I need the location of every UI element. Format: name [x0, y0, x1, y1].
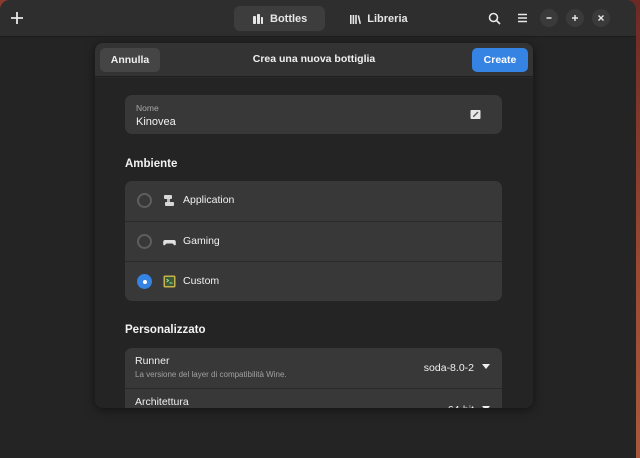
environment-option-label: Custom — [183, 275, 220, 287]
tab-libreria[interactable]: Libreria — [331, 6, 425, 31]
dialog-header: Annulla Crea una nuova bottiglia Create — [95, 43, 533, 77]
headerbar: Bottles Libreria — [0, 0, 636, 37]
library-icon — [349, 13, 362, 25]
radio-application[interactable] — [137, 193, 152, 208]
create-button[interactable]: Create — [472, 48, 528, 72]
search-icon[interactable] — [484, 8, 504, 28]
environment-option-application[interactable]: Application — [125, 181, 502, 221]
tab-bottles[interactable]: Bottles — [234, 6, 326, 31]
architecture-row[interactable]: Architettura 64-bit — [125, 388, 502, 408]
bottles-icon — [252, 13, 264, 25]
headerbar-actions — [484, 7, 610, 29]
add-icon[interactable] — [6, 7, 28, 29]
chevron-down-icon[interactable] — [482, 364, 490, 369]
custom-terminal-icon — [163, 275, 176, 288]
minimize-icon[interactable] — [540, 9, 558, 27]
tab-libreria-label: Libreria — [367, 12, 408, 25]
radio-custom[interactable] — [137, 274, 152, 289]
name-field-value[interactable]: Kinovea — [136, 116, 176, 128]
gamepad-icon — [163, 235, 176, 248]
runner-row[interactable]: Runner La versione del layer di compatib… — [125, 348, 502, 387]
edit-icon[interactable] — [470, 109, 482, 120]
maximize-icon[interactable] — [566, 9, 584, 27]
custom-settings-list: Runner La versione del layer di compatib… — [125, 348, 502, 408]
dialog-body: Nome Kinovea Ambiente Application Gaming… — [95, 78, 533, 408]
radio-gaming[interactable] — [137, 234, 152, 249]
environment-option-custom[interactable]: Custom — [125, 261, 502, 301]
dialog-title: Crea una nuova bottiglia — [252, 53, 376, 65]
runner-title: Runner — [135, 355, 170, 367]
architecture-title: Architettura — [135, 396, 189, 408]
chevron-down-icon[interactable] — [482, 406, 490, 408]
runner-dropdown-value[interactable]: soda-8.0-2 — [424, 362, 474, 374]
tab-bottles-label: Bottles — [270, 12, 308, 25]
environment-option-gaming[interactable]: Gaming — [125, 221, 502, 261]
runner-subtitle: La versione del layer di compatibilità W… — [135, 370, 287, 379]
architecture-dropdown-value[interactable]: 64-bit — [448, 404, 474, 408]
new-bottle-dialog: Annulla Crea una nuova bottiglia Create … — [95, 43, 533, 408]
close-icon[interactable] — [592, 9, 610, 27]
custom-section-title: Personalizzato — [125, 324, 206, 336]
environment-list: Application Gaming Custom — [125, 181, 502, 301]
name-field[interactable]: Nome Kinovea — [125, 95, 502, 134]
menu-icon[interactable] — [512, 8, 532, 28]
bottles-window: Bottles Libreria Annulla Crea una nuova … — [0, 0, 636, 458]
view-switcher: Bottles Libreria — [234, 6, 426, 31]
environment-title: Ambiente — [125, 158, 178, 170]
application-icon — [163, 194, 176, 207]
environment-option-label: Gaming — [183, 235, 220, 247]
environment-option-label: Application — [183, 194, 235, 206]
name-field-label: Nome — [136, 103, 159, 113]
